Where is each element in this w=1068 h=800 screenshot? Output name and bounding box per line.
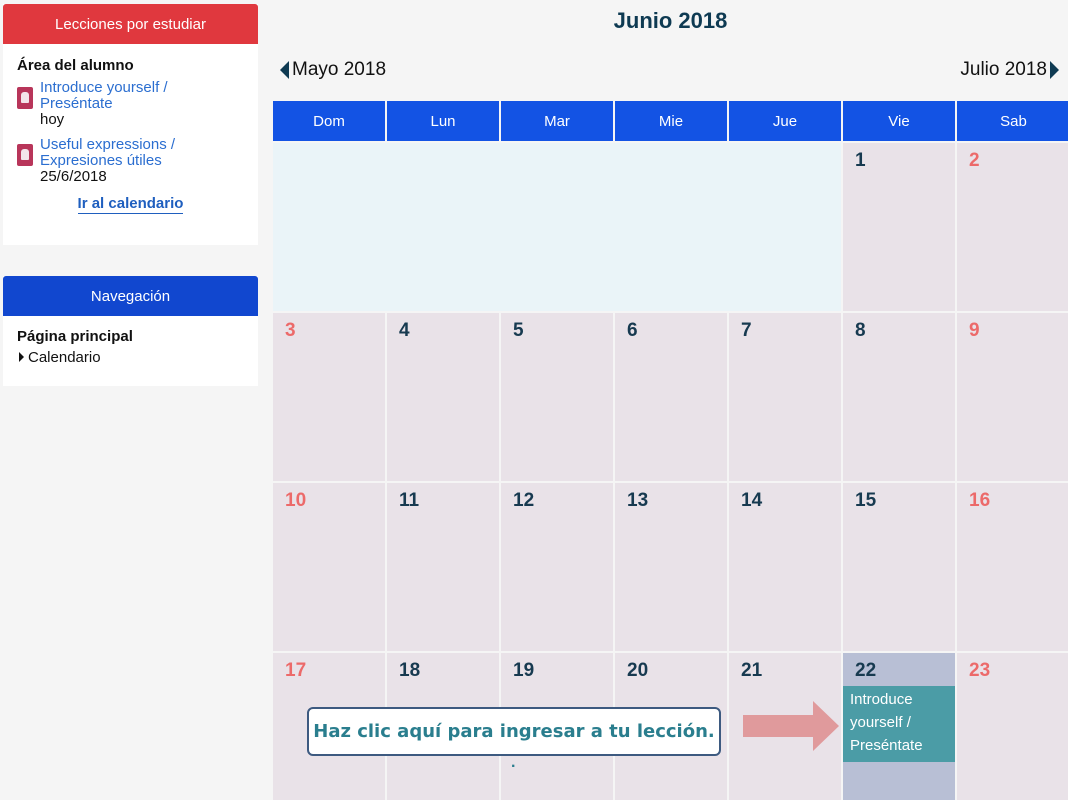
day-number: 15 [855,490,877,511]
day-number: 22 [855,660,877,681]
day-cell[interactable]: 14 [729,483,841,651]
day-cell[interactable]: 6 [615,313,727,481]
day-number: 23 [969,660,991,681]
day-number: 17 [285,660,307,681]
day-number: 14 [741,490,763,511]
day-cell[interactable]: 8 [843,313,955,481]
lessons-block-header: Lecciones por estudiar [3,4,258,44]
day-cell[interactable]: 11 [387,483,499,651]
weekday-header: Mar [501,101,613,141]
event-title-line: yourself / [850,714,911,731]
empty-days [273,143,841,311]
day-cell[interactable]: 2 [957,143,1068,311]
lesson-date: hoy [40,111,65,128]
day-number: 18 [399,660,421,681]
weekday-header: Sab [957,101,1068,141]
day-number: 21 [741,660,763,681]
nav-item-label: Calendario [28,349,101,366]
lesson-icon [17,87,33,109]
weekday-header: Lun [387,101,499,141]
weekday-header: Mie [615,101,727,141]
day-cell[interactable]: 12 [501,483,613,651]
day-number: 8 [855,320,866,341]
weekday-header: Dom [273,101,385,141]
event-title-line: Introduce [850,691,913,708]
day-number: 10 [285,490,307,511]
day-number: 1 [855,150,866,171]
day-number: 4 [399,320,410,341]
day-cell[interactable]: 23 [957,653,1068,800]
day-number: 20 [627,660,649,681]
callout-dot: . [511,754,516,771]
day-cell[interactable]: 7 [729,313,841,481]
day-number: 5 [513,320,524,341]
go-to-calendar-link[interactable]: Ir al calendario [77,195,184,214]
lesson-item[interactable]: Introduce yourself / Preséntate hoy [17,80,258,128]
day-number: 19 [513,660,535,681]
navigation-block-header: Navegación [3,276,258,316]
day-cell[interactable]: 4 [387,313,499,481]
day-number: 16 [969,490,991,511]
lesson-link[interactable]: Preséntate [40,96,168,112]
day-cell[interactable]: 3 [273,313,385,481]
tutorial-callout: Haz clic aquí para ingresar a tu lección… [307,707,721,756]
day-number: 13 [627,490,649,511]
navigation-block: Navegación Página principal Calendario [3,276,258,386]
lesson-link[interactable]: Useful expressions / [40,137,175,153]
nav-item-calendar[interactable]: Calendario [19,349,258,366]
home-link[interactable]: Página principal [17,328,258,345]
day-number: 12 [513,490,535,511]
calendar-title: Junio 2018 [613,8,728,33]
day-cell[interactable]: 9 [957,313,1068,481]
triangle-right-icon [1050,61,1059,79]
day-cell-today[interactable]: 22 Introduce yourself / Preséntate [843,653,955,800]
day-cell[interactable]: 15 [843,483,955,651]
day-cell[interactable]: 10 [273,483,385,651]
day-number: 9 [969,320,980,341]
lesson-item[interactable]: Useful expressions / Expresiones útiles … [17,137,258,185]
weekday-header: Jue [729,101,841,141]
day-number: 3 [285,320,296,341]
day-number: 11 [399,490,420,511]
day-number: 2 [969,150,980,171]
lesson-link[interactable]: Introduce yourself / [40,80,168,96]
prev-month-link[interactable]: Mayo 2018 [280,59,386,81]
lessons-block: Lecciones por estudiar Área del alumno I… [3,4,258,245]
next-month-label: Julio 2018 [960,59,1047,80]
student-area-title: Área del alumno [17,57,134,74]
day-cell[interactable]: 13 [615,483,727,651]
lesson-link[interactable]: Expresiones útiles [40,153,175,169]
prev-month-label: Mayo 2018 [292,59,387,80]
next-month-link[interactable]: Julio 2018 [960,59,1059,81]
day-cell[interactable]: 5 [501,313,613,481]
pointer-arrow-icon [743,701,839,751]
lesson-icon [17,144,33,166]
lesson-date: 25/6/2018 [40,168,107,185]
triangle-left-icon [280,61,289,79]
weekday-header: Vie [843,101,955,141]
event-title-line: Preséntate [850,737,923,754]
day-number: 6 [627,320,638,341]
calendar-grid: Dom Lun Mar Mie Jue Vie Sab 1 2 3 4 5 6 … [273,101,1068,800]
day-number: 7 [741,320,752,341]
day-cell[interactable]: 1 [843,143,955,311]
caret-right-icon [19,352,24,362]
day-cell[interactable]: 16 [957,483,1068,651]
calendar-event[interactable]: Introduce yourself / Preséntate [843,686,955,762]
